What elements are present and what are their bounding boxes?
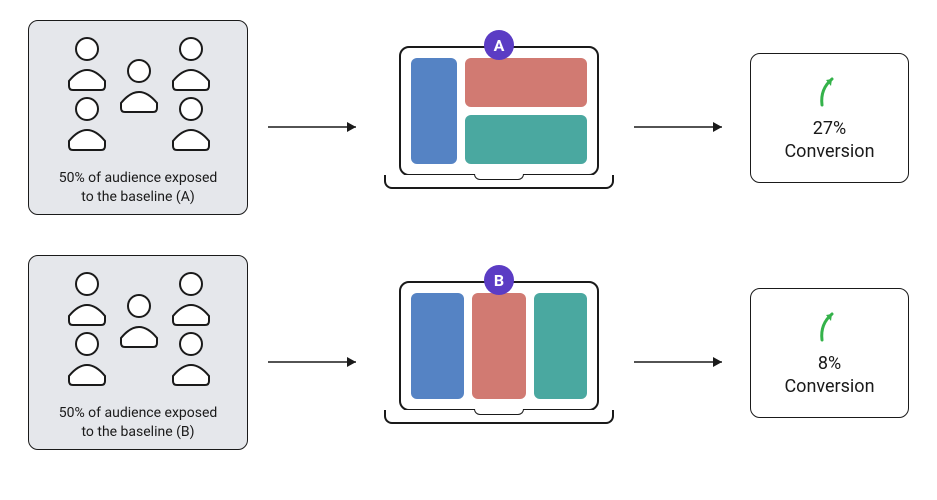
result-label: Conversion: [784, 141, 874, 162]
audience-panel-b: 50% of audience exposed to the baseline …: [28, 255, 248, 450]
audience-people-icon: [47, 266, 229, 400]
result-percent: 8%: [818, 353, 841, 374]
audience-caption-a: 50% of audience exposed to the baseline …: [59, 169, 218, 207]
audience-panel-a: 50% of audience exposed to the baseline …: [28, 20, 248, 215]
screen-layout-b: [399, 281, 599, 411]
layout-block-blue: [411, 58, 457, 164]
audience-people-icon: [47, 31, 229, 165]
arrow-icon: [632, 117, 732, 119]
laptop-icon: [384, 281, 614, 424]
caption-line1: 50% of audience exposed: [59, 170, 218, 186]
layout-block-red: [465, 58, 587, 107]
caption-line2: to the baseline (B): [81, 424, 194, 440]
ab-row-b: 50% of audience exposed to the baseline …: [28, 255, 909, 450]
result-panel-a: 27% Conversion: [750, 53, 909, 183]
laptop-base-icon: [384, 175, 614, 189]
arrow-icon: [266, 352, 366, 354]
layout-block-red: [472, 293, 525, 399]
ab-row-a: 50% of audience exposed to the baseline …: [28, 20, 909, 215]
trend-up-icon: [816, 308, 844, 347]
layout-block-blue: [411, 293, 464, 399]
variant-badge-b: B: [484, 265, 514, 295]
variant-b-laptop: B: [384, 281, 614, 424]
layout-block-teal: [465, 115, 587, 164]
laptop-icon: [384, 46, 614, 189]
audience-caption-b: 50% of audience exposed to the baseline …: [59, 404, 218, 442]
caption-line1: 50% of audience exposed: [59, 405, 218, 421]
variant-badge-a: A: [484, 30, 514, 60]
variant-a-laptop: A: [384, 46, 614, 189]
screen-layout-a: [399, 46, 599, 176]
arrow-icon: [266, 117, 366, 119]
result-percent: 27%: [813, 118, 846, 139]
result-panel-b: 8% Conversion: [750, 288, 909, 418]
result-label: Conversion: [784, 376, 874, 397]
arrow-icon: [632, 352, 732, 354]
trend-up-icon: [816, 73, 844, 112]
laptop-base-icon: [384, 410, 614, 424]
caption-line2: to the baseline (A): [81, 189, 194, 205]
layout-block-teal: [534, 293, 587, 399]
